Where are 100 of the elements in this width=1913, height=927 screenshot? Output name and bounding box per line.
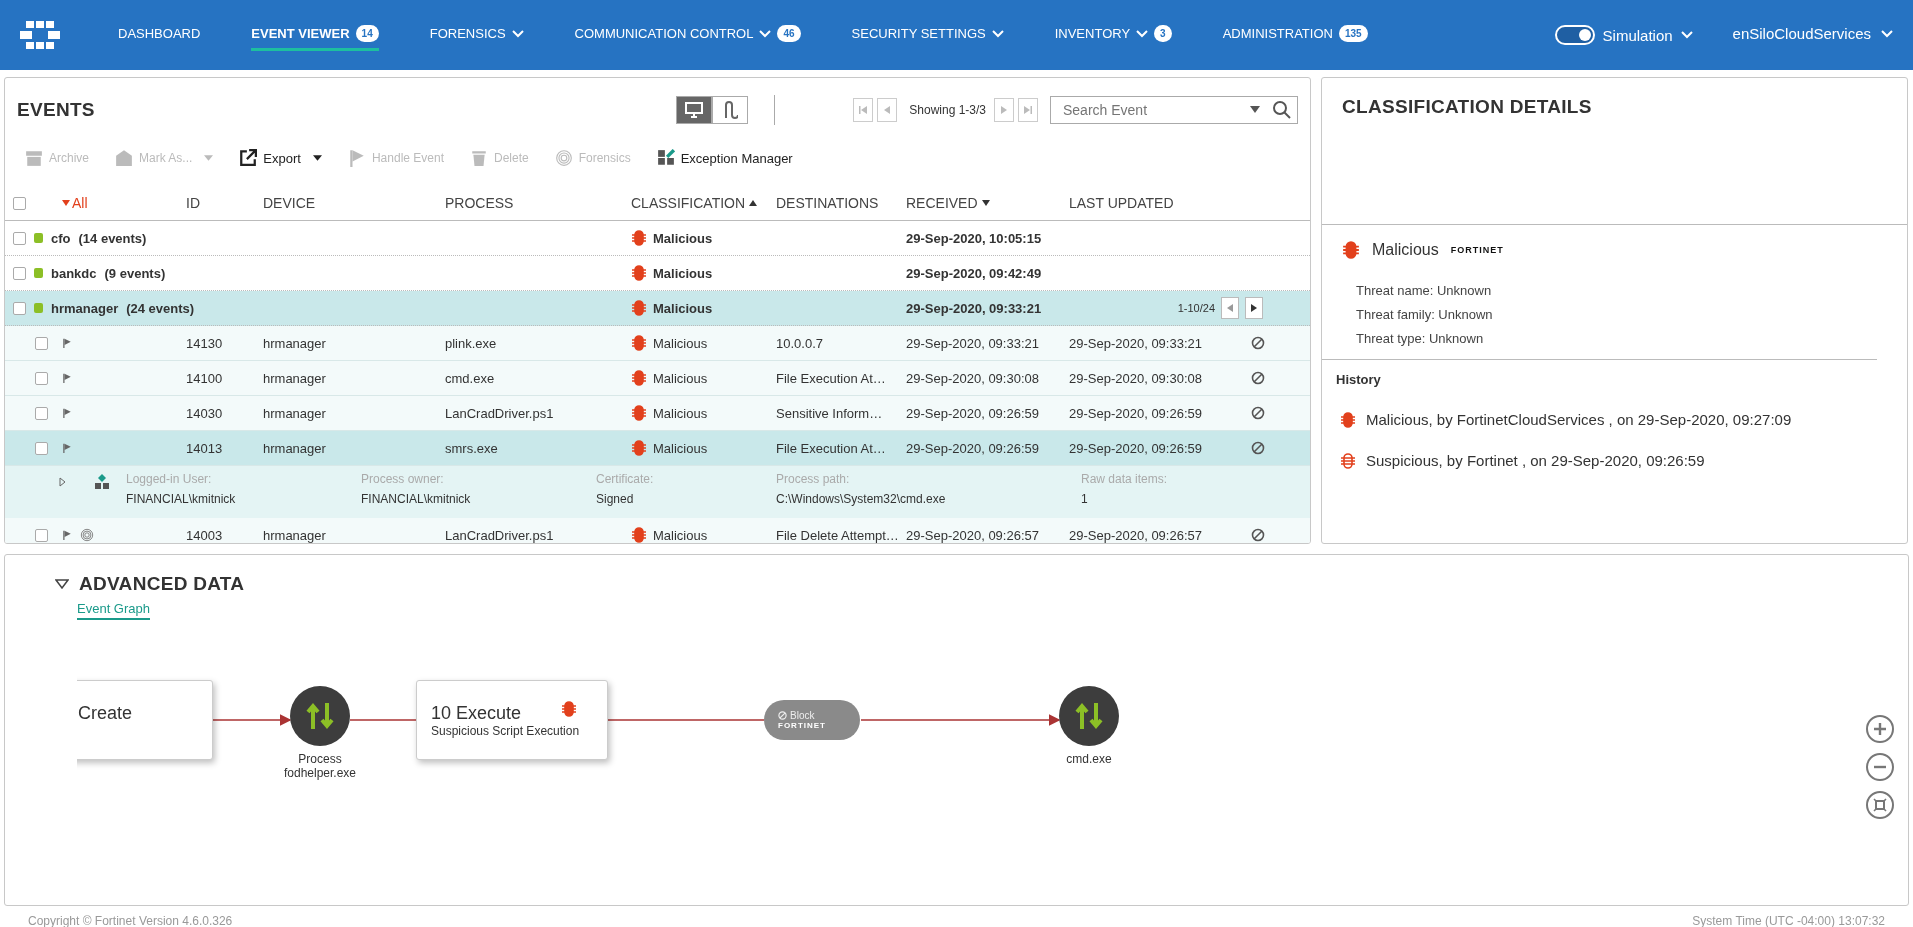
detail-label: Process owner:: [361, 472, 445, 486]
classification-text: Malicious: [653, 335, 708, 351]
malicious-bug-icon: [561, 701, 577, 717]
received-time: 29-Sep-2020, 09:42:49: [906, 265, 1043, 281]
trash-icon: [470, 149, 488, 167]
nav-tab[interactable]: FORENSICS: [429, 19, 524, 51]
device-group-row[interactable]: cfo (14 events) Malicious 29-Sep-2020, 10:05:15: [5, 221, 1310, 256]
event-id: 14013: [186, 440, 224, 456]
nav-tab[interactable]: COMMUNICATION CONTROL 46: [574, 19, 801, 51]
row-checkbox[interactable]: [35, 336, 48, 350]
block-icon[interactable]: [1251, 441, 1265, 455]
device-name: hrmanager: [263, 405, 327, 421]
column-header[interactable]: DEVICE: [263, 195, 316, 211]
flag-icon: [62, 406, 72, 420]
row-checkbox[interactable]: [35, 441, 48, 455]
received-time: 29-Sep-2020, 09:30:08: [906, 370, 1040, 386]
process-name: smrs.exe: [445, 440, 499, 456]
process-icon: [722, 101, 739, 119]
column-header[interactable]: CLASSIFICATION: [631, 195, 746, 211]
column-header[interactable]: ID: [186, 195, 200, 211]
column-header[interactable]: DESTINATIONS: [776, 195, 879, 211]
search-field[interactable]: Search Event: [1050, 96, 1298, 124]
event-row[interactable]: 14003 hrmanager LanCradDriver.ps1 Malicious File Delete Attempt… 29-Sep-2020, 09:26:57 29-Sep-2020, 09:26:57: [5, 518, 1310, 543]
account-menu[interactable]: enSiloCloudServices: [1732, 25, 1893, 45]
column-header[interactable]: RECEIVED: [906, 195, 978, 211]
process-view-button[interactable]: [712, 96, 749, 124]
count-badge: 14: [355, 25, 379, 42]
device-name: hrmanager: [263, 335, 327, 351]
graph-tab[interactable]: Event Graph: [77, 601, 150, 620]
classification-text: Malicious: [653, 405, 708, 421]
simulation-toggle[interactable]: [1554, 25, 1595, 45]
malicious-bug-icon: [631, 335, 647, 351]
column-header[interactable]: LAST UPDATED: [1069, 195, 1174, 211]
block-icon[interactable]: [1251, 336, 1265, 350]
previous-page-button[interactable]: [1221, 297, 1239, 319]
row-checkbox[interactable]: [35, 371, 48, 385]
column-header[interactable]: PROCESS: [445, 195, 514, 211]
event-id: 14130: [186, 335, 224, 351]
node-label: cmd.exe: [1066, 752, 1112, 766]
process-node-icon[interactable]: [1059, 686, 1119, 746]
sort-arrow-icon[interactable]: [981, 200, 990, 206]
paging-text: Showing 1-3/3: [909, 103, 986, 117]
classification-text: Malicious: [653, 370, 708, 386]
detail-label: Process path:: [776, 472, 851, 486]
history-entry: Malicious, by FortinetCloudServices , on 29-Sep-2020, 09:27:09: [1366, 411, 1792, 428]
detail-label: Certificate:: [596, 472, 655, 486]
next-page-button[interactable]: [1245, 297, 1263, 319]
row-checkbox[interactable]: [13, 266, 26, 280]
plus-icon: [1873, 722, 1887, 736]
event-row[interactable]: 14030 hrmanager LanCradDriver.ps1 Malicious Sensitive Inform… 29-Sep-2020, 09:26:59 29-Sep-2020, 09:26:59: [5, 396, 1310, 431]
zoom-in-button[interactable]: [1866, 715, 1894, 743]
toolbar-button[interactable]: Exception Manager: [656, 149, 793, 167]
export-icon: [239, 149, 258, 167]
nav-tab[interactable]: ADMINISTRATION 135: [1222, 19, 1368, 51]
filter-dropdown[interactable]: All: [72, 195, 88, 211]
malicious-bug-icon: [631, 527, 647, 543]
toolbar-button[interactable]: Export: [239, 149, 322, 167]
detail-value: FINANCIAL\kmitnick: [126, 492, 237, 506]
row-checkbox[interactable]: [13, 231, 26, 245]
detail-value: C:\Windows\System32\cmd.exe: [776, 492, 947, 506]
nav-tab[interactable]: SECURITY SETTINGS: [851, 19, 1004, 51]
block-icon[interactable]: [1251, 528, 1265, 542]
next-icon: [1000, 106, 1008, 114]
next-icon: [1250, 304, 1258, 312]
event-count: (9 events): [104, 265, 166, 281]
collapse-icon[interactable]: [55, 579, 69, 589]
expand-icon[interactable]: [59, 477, 66, 487]
row-checkbox[interactable]: [35, 528, 48, 542]
event-row[interactable]: 14100 hrmanager cmd.exe Malicious File Execution At… 29-Sep-2020, 09:30:08 29-Sep-2020, 09:30:08: [5, 361, 1310, 396]
received-time: 29-Sep-2020, 09:26:59: [906, 440, 1040, 456]
zoom-out-button[interactable]: [1866, 753, 1894, 781]
monitor-view-button[interactable]: [676, 96, 713, 124]
nav-tab[interactable]: INVENTORY 3: [1054, 19, 1172, 51]
group-name: hrmanager: [51, 300, 119, 316]
node-label: fodhelper.exe: [283, 766, 357, 780]
block-icon[interactable]: [1251, 406, 1265, 420]
process-node-icon[interactable]: [290, 686, 350, 746]
flag-icon: [62, 336, 72, 350]
sort-arrow-icon[interactable]: [749, 200, 758, 206]
row-checkbox[interactable]: [13, 301, 26, 315]
event-card[interactable]: 10 Execute Suspicious Script Execution: [416, 680, 608, 760]
group-name: bankdc: [51, 265, 97, 281]
previous-icon: [883, 106, 892, 114]
row-checkbox[interactable]: [35, 406, 48, 420]
first-page-icon: [859, 106, 868, 114]
event-row[interactable]: 14013 hrmanager smrs.exe Malicious File Execution At… 29-Sep-2020, 09:26:59 29-Sep-2020, 09:26:59: [5, 431, 1310, 466]
event-row[interactable]: 14130 hrmanager plink.exe Malicious 10.0.0.7 29-Sep-2020, 09:33:21 29-Sep-2020, 09:33:21: [5, 326, 1310, 361]
detail-value: 1: [1081, 492, 1089, 506]
nav-tab[interactable]: EVENT VIEWER 14: [251, 19, 379, 51]
nav-tab[interactable]: DASHBOARD: [118, 19, 201, 51]
last-updated-time: 29-Sep-2020, 09:26:59: [1069, 440, 1203, 456]
block-icon[interactable]: [1251, 371, 1265, 385]
device-group-row[interactable]: hrmanager (24 events) Malicious 29-Sep-2020, 09:33:21 1-10/24: [5, 291, 1310, 326]
process-name: cmd.exe: [445, 370, 496, 386]
fit-view-button[interactable]: [1866, 791, 1894, 819]
caret-icon: [511, 29, 524, 38]
event-card[interactable]: Create: [77, 680, 213, 760]
select-all-checkbox[interactable]: [13, 196, 26, 210]
caret-icon: [759, 29, 772, 38]
tiles-icon: [94, 474, 110, 490]
